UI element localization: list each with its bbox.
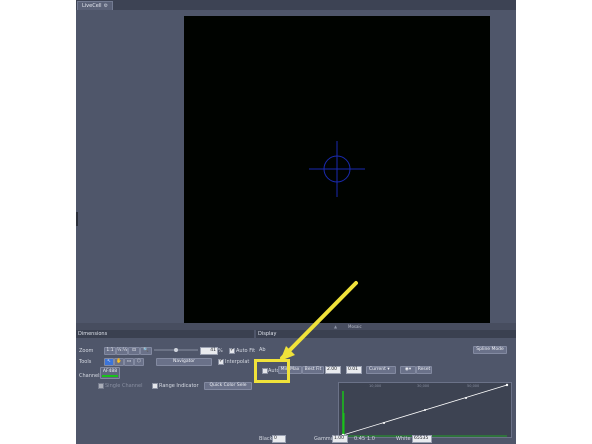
spline-mode-button[interactable]: Spline Mode [473, 346, 507, 354]
white-label: White [396, 436, 411, 442]
interpolation-label: Interpolat [225, 359, 250, 365]
display-panel: Ab Spline Mode Auto Min/Max Best Fit 2.0… [256, 338, 516, 444]
dimensions-title: Dimensions [78, 331, 108, 337]
zoom-label: Zoom [79, 348, 94, 354]
channel-prefix-label: Ab [259, 347, 266, 353]
channel-af488-button[interactable]: AF488 [100, 367, 120, 379]
tab-livecell[interactable]: LiveCell ⚙ [77, 1, 114, 10]
single-channel-label: Single Channel [105, 383, 143, 389]
zoom-unit: % [218, 348, 223, 354]
tab-label: LiveCell [82, 3, 102, 9]
eye-dropdown-icon[interactable]: ◉▾ [400, 366, 416, 374]
auto-fit-checkbox[interactable] [229, 347, 235, 354]
display-title: Display [258, 331, 277, 337]
pointer-tool-button[interactable]: ↖ [104, 358, 114, 366]
channel-color-swatch [102, 375, 118, 377]
annotation-highlight-box [254, 359, 290, 383]
zoom-slider[interactable] [154, 346, 198, 354]
channels-label: Channels [79, 373, 103, 379]
histogram-curve[interactable] [339, 383, 511, 437]
gamma-value-field[interactable]: 1.00 [332, 435, 348, 443]
black-label: Black [259, 436, 273, 442]
tools-label: Tools [79, 359, 92, 365]
zoom-half-button[interactable]: ½:½ [116, 347, 128, 355]
crosshair-icon [309, 141, 365, 197]
view-status-bar: ▲ Mosaic [76, 323, 516, 330]
zen-application: LiveCell ⚙ ▲ Mosaic Dimensions Display Zo… [76, 0, 516, 444]
display-panel-header[interactable]: Display [256, 330, 516, 338]
current-dropdown[interactable]: Current ▾ [366, 366, 396, 374]
zoom-fit-button[interactable]: ⊡ [128, 347, 140, 355]
gamma-label: Gamma [314, 436, 334, 442]
channel-name: AF488 [102, 369, 118, 374]
best-fit-button[interactable]: Best Fit [302, 366, 324, 374]
rectangle-tool-button[interactable]: ▭ [124, 358, 134, 366]
dimensions-panel: Zoom 1:1 ½:½ ⊡ 🔍 41 % Auto Fit Tools ↖ ✋… [76, 338, 256, 444]
gamma-low-label[interactable]: 0.45 [354, 436, 365, 442]
best-fit-value-field[interactable]: 2.00 [325, 366, 341, 374]
dimensions-panel-header[interactable]: Dimensions [76, 330, 254, 338]
reset-button[interactable]: Reset [416, 366, 432, 374]
pan-tool-button[interactable]: ✋ [114, 358, 124, 366]
zoom-value-field[interactable]: 41 [200, 347, 218, 355]
range-indicator-checkbox[interactable] [152, 383, 158, 389]
black-value-field[interactable]: 0 [272, 435, 286, 443]
collapse-arrow-icon[interactable]: ▲ [334, 323, 337, 330]
tab-settings-icon[interactable]: ⚙ [104, 3, 108, 9]
histogram[interactable]: 10,000 30,000 50,000 [338, 382, 512, 438]
best-fit-percent-field[interactable]: 0.01 [346, 366, 362, 374]
histogram-tick-3: 50,000 [467, 384, 480, 388]
auto-fit-label: Auto Fit [236, 348, 256, 354]
interpolation-checkbox[interactable] [218, 358, 224, 365]
polygon-tool-button[interactable]: ⬡ [134, 358, 144, 366]
current-dropdown-label: Current [369, 367, 386, 372]
gamma-high-label[interactable]: 1.0 [367, 436, 375, 442]
navigator-button[interactable]: Navigator [156, 358, 212, 366]
image-viewport[interactable] [184, 16, 490, 323]
histogram-tick-1: 10,000 [369, 384, 382, 388]
zoom-1to1-button[interactable]: 1:1 [104, 347, 116, 355]
zoom-magnifier-icon[interactable]: 🔍 [140, 347, 152, 355]
white-value-field[interactable]: 65535 [412, 435, 432, 443]
document-tab-bar: LiveCell ⚙ [76, 0, 516, 10]
side-panel-grip[interactable] [76, 212, 78, 226]
single-channel-checkbox[interactable] [98, 383, 104, 389]
histogram-tick-2: 30,000 [417, 384, 430, 388]
quick-color-selection-button[interactable]: Quick Color Sele [204, 382, 252, 390]
range-indicator-label: Range Indicator [159, 383, 199, 389]
mosaic-checkbox-label[interactable]: Mosaic [348, 323, 362, 330]
